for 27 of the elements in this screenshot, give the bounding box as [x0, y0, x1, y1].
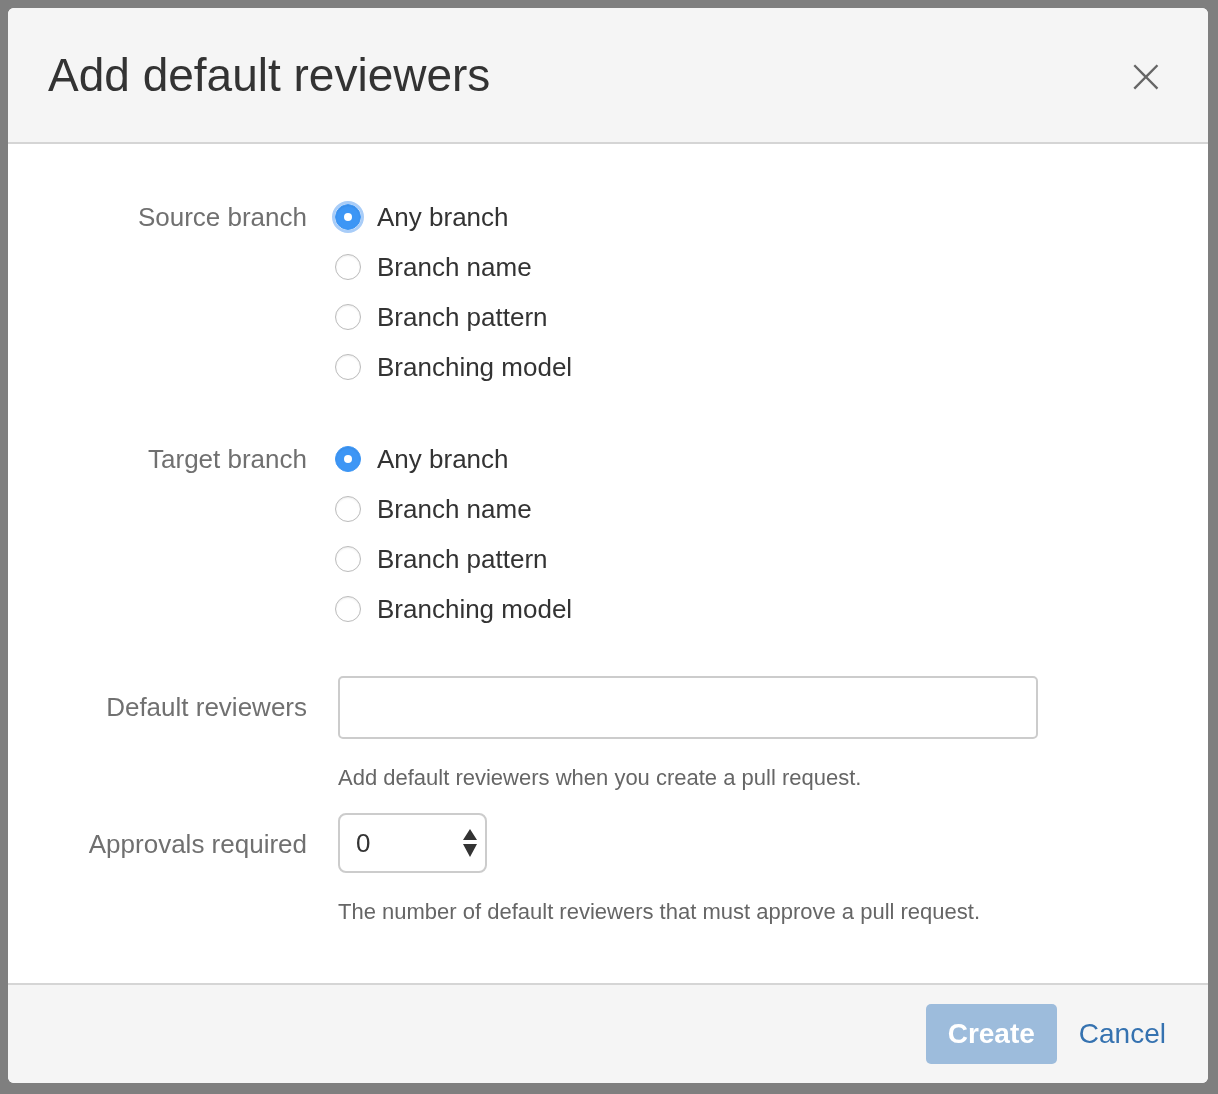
- close-button[interactable]: ×: [1119, 51, 1172, 99]
- reviewers-input[interactable]: [338, 676, 1038, 739]
- radio-label[interactable]: Branching model: [377, 593, 573, 625]
- radio-label[interactable]: Branching model: [377, 351, 573, 383]
- radio-label[interactable]: Any branch: [377, 201, 509, 233]
- field-label: Target branch: [147, 443, 307, 476]
- radio-label[interactable]: Branch name: [377, 251, 532, 283]
- spinner-arrows-icon[interactable]: [463, 829, 477, 857]
- radio-button[interactable]: [335, 596, 361, 622]
- field-label: Approvals required: [87, 828, 307, 861]
- radio-button[interactable]: [335, 254, 361, 280]
- radio-button[interactable]: [335, 446, 361, 472]
- radio-button[interactable]: [335, 354, 361, 380]
- radio-button[interactable]: [335, 304, 361, 330]
- field-label: Default reviewers: [105, 691, 307, 724]
- help-text: The number of default reviewers that must approve a pull request.: [338, 899, 980, 925]
- field-label: Source branch: [136, 201, 307, 234]
- radio-label[interactable]: Branch name: [377, 493, 532, 525]
- help-text: Add default reviewers when you create a pull request.: [338, 765, 862, 791]
- number-select[interactable]: 0: [338, 813, 487, 873]
- radio-label[interactable]: Branch pattern: [377, 301, 548, 333]
- cancel-link[interactable]: Cancel: [1078, 1018, 1166, 1050]
- radio-button[interactable]: [335, 546, 361, 572]
- dialog-title: Add default reviewers: [48, 48, 491, 102]
- radio-label[interactable]: Branch pattern: [377, 543, 548, 575]
- radio-button[interactable]: [335, 496, 361, 522]
- radio-label[interactable]: Any branch: [377, 443, 509, 475]
